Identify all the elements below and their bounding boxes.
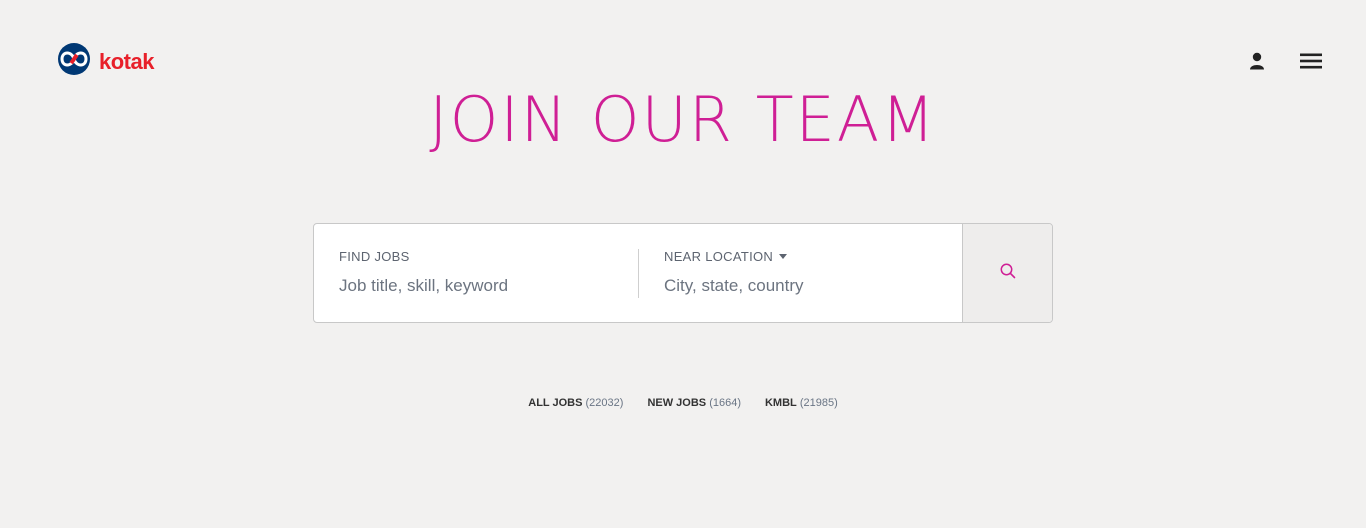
new-jobs-count: (1664): [709, 397, 741, 409]
header-actions: [1246, 50, 1322, 72]
kmbl-jobs-link[interactable]: KMBL (21985): [765, 397, 838, 409]
find-jobs-input[interactable]: [339, 276, 609, 296]
new-jobs-link[interactable]: NEW JOBS (1664): [647, 397, 741, 409]
search-button[interactable]: [962, 224, 1052, 322]
page-title: JOIN OUR TEAM: [429, 83, 937, 156]
user-icon[interactable]: [1246, 50, 1268, 72]
kotak-infinity-icon: [57, 42, 95, 81]
location-label: NEAR LOCATION: [664, 248, 774, 264]
chevron-down-icon: [779, 253, 788, 259]
new-jobs-label: NEW JOBS: [647, 397, 707, 409]
find-jobs-field: FIND JOBS: [314, 224, 638, 322]
kotak-logo[interactable]: kotak: [57, 42, 154, 81]
job-category-links: ALL JOBS (22032) NEW JOBS (1664) KMBL (2…: [0, 397, 1366, 409]
logo-text: kotak: [99, 48, 154, 74]
location-field: NEAR LOCATION: [638, 224, 962, 322]
location-input[interactable]: [664, 276, 934, 296]
all-jobs-link[interactable]: ALL JOBS (22032): [528, 397, 623, 409]
kmbl-jobs-count: (21985): [799, 397, 838, 409]
find-jobs-label: FIND JOBS: [339, 248, 410, 264]
all-jobs-count: (22032): [585, 397, 624, 409]
kmbl-jobs-label: KMBL: [764, 397, 797, 409]
location-dropdown[interactable]: NEAR LOCATION: [664, 248, 962, 264]
hamburger-menu-icon[interactable]: [1300, 50, 1322, 72]
search-icon: [999, 262, 1017, 285]
job-search-form: FIND JOBS NEAR LOCATION: [313, 223, 1053, 323]
all-jobs-label: ALL JOBS: [528, 397, 583, 409]
